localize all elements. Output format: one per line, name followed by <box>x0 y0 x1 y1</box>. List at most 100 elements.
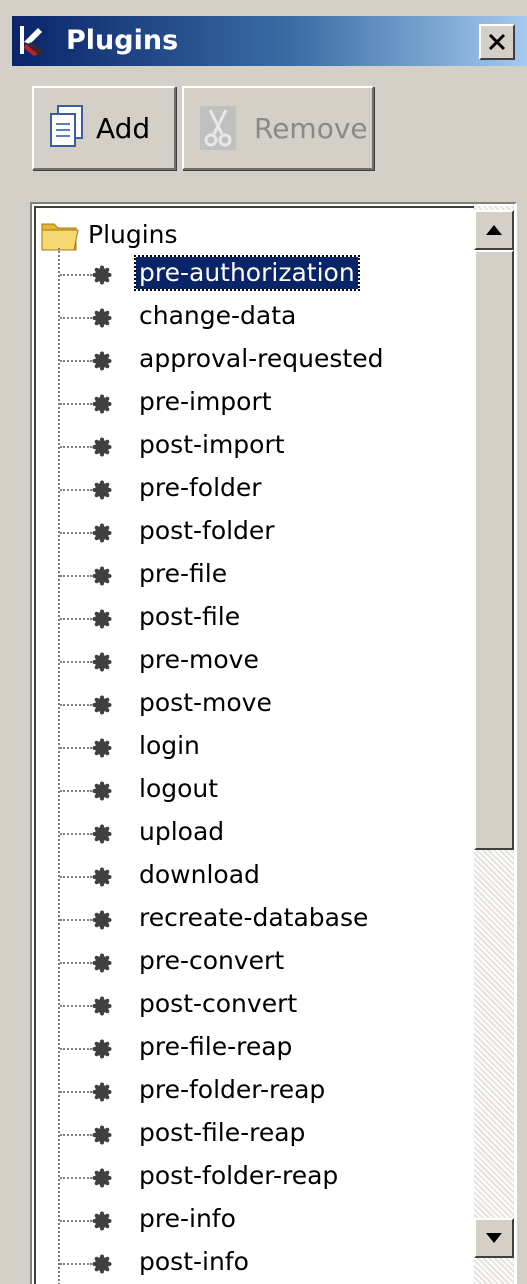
gear-bullet-icon <box>92 1125 112 1145</box>
gear-bullet-icon <box>92 695 112 715</box>
tree-connector-line <box>60 403 92 405</box>
add-button[interactable]: Add <box>32 86 176 170</box>
tree-item-label: post-folder-reap <box>139 1161 339 1190</box>
tree-item[interactable]: upload <box>36 813 436 853</box>
remove-button-label: Remove <box>254 112 368 145</box>
gear-bullet-icon <box>92 824 112 844</box>
gear-bullet-icon <box>92 437 112 457</box>
gear-bullet-icon <box>92 480 112 500</box>
tree-item-label: post-file-reap <box>139 1118 306 1147</box>
tree-item-label: pre-file-reap <box>139 1032 293 1061</box>
tree-item[interactable]: post-folder-reap <box>36 1157 436 1197</box>
gear-bullet-icon <box>92 781 112 801</box>
tree-item-label: pre-move <box>139 645 259 674</box>
tree-item[interactable]: post-move <box>36 684 436 724</box>
window-title: Plugins <box>66 25 179 56</box>
vertical-scrollbar[interactable] <box>474 206 514 1284</box>
tree-item-label: pre-info <box>139 1204 236 1233</box>
tree-connector-line <box>60 618 92 620</box>
gear-bullet-icon <box>92 1168 112 1188</box>
tree-connector-line <box>60 1091 92 1093</box>
gear-bullet-icon <box>92 1254 112 1274</box>
tree-item-label: download <box>139 860 260 889</box>
tree-item[interactable]: pre-folder <box>36 469 436 509</box>
scroll-up-button[interactable] <box>474 210 514 250</box>
plugins-tree[interactable]: Plugins pre-authorization change-data appr… <box>30 202 517 1284</box>
tree-connector-line <box>60 489 92 491</box>
tree-item[interactable]: pre-folder-reap <box>36 1071 436 1111</box>
tree-item[interactable]: pre-file-reap <box>36 1028 436 1068</box>
tree-item[interactable]: logout <box>36 770 436 810</box>
tree-item[interactable]: recreate-database <box>36 899 436 939</box>
tree-item[interactable]: pre-info <box>36 1200 436 1240</box>
plugin-wrench-icon <box>20 26 44 56</box>
tree-item[interactable]: post-import <box>36 426 436 466</box>
tree-item[interactable]: download <box>36 856 436 896</box>
tree-item-label: post-folder <box>139 516 275 545</box>
close-button[interactable] <box>479 24 515 60</box>
remove-button[interactable]: Remove <box>182 86 374 170</box>
gear-bullet-icon <box>92 566 112 586</box>
tree-item[interactable]: post-info <box>36 1243 436 1283</box>
tree-item[interactable]: pre-move <box>36 641 436 681</box>
tree-connector-line <box>60 1134 92 1136</box>
tree-item[interactable]: change-data <box>36 297 436 337</box>
gear-bullet-icon <box>92 867 112 887</box>
title-bar[interactable]: Plugins <box>12 16 527 66</box>
tree-item[interactable]: login <box>36 727 436 767</box>
add-document-icon <box>50 105 83 147</box>
scroll-down-button[interactable] <box>474 1218 514 1258</box>
tree-connector-line <box>60 747 92 749</box>
tree-connector-line <box>60 274 92 276</box>
gear-bullet-icon <box>92 652 112 672</box>
tree-item-label: post-file <box>139 602 241 631</box>
tree-connector-line <box>60 1005 92 1007</box>
tree-item-label: pre-folder <box>139 473 262 502</box>
gear-bullet-icon <box>92 351 112 371</box>
tree-connector-line <box>60 575 92 577</box>
tree-item-label: change-data <box>139 301 297 330</box>
tree-connector-line <box>60 661 92 663</box>
scrollbar-thumb[interactable] <box>474 250 514 850</box>
tree-item-label: pre-import <box>139 387 272 416</box>
tree-item[interactable]: post-folder <box>36 512 436 552</box>
tree-item[interactable]: post-file <box>36 598 436 638</box>
tree-item-label: upload <box>139 817 225 846</box>
arrow-up-icon <box>486 225 502 235</box>
tree-view: Plugins pre-authorization change-data appr… <box>34 206 474 1284</box>
tree-connector-line <box>60 962 92 964</box>
tree-item[interactable]: pre-convert <box>36 942 436 982</box>
tree-item-label: post-move <box>139 688 272 717</box>
gear-bullet-icon <box>92 910 112 930</box>
tree-item-label: logout <box>139 774 219 803</box>
plugins-window: Plugins Add Remove Plugins pre-authoriza… <box>0 0 527 1284</box>
tree-item[interactable]: post-convert <box>36 985 436 1025</box>
close-icon <box>488 33 506 51</box>
tree-connector-line <box>60 833 92 835</box>
gear-bullet-icon <box>92 308 112 328</box>
tree-root-label: Plugins <box>88 220 178 249</box>
tree-item-label: approval-requested <box>139 344 384 373</box>
tree-connector-line <box>60 1048 92 1050</box>
tree-item[interactable]: pre-file <box>36 555 436 595</box>
tree-item[interactable]: post-file-reap <box>36 1114 436 1154</box>
gear-bullet-icon <box>92 953 112 973</box>
tree-item[interactable]: pre-authorization <box>36 254 436 294</box>
tree-connector-line <box>60 360 92 362</box>
folder-icon <box>41 223 79 251</box>
tree-connector-line <box>60 876 92 878</box>
tree-item[interactable]: approval-requested <box>36 340 436 380</box>
tree-item-label: pre-file <box>139 559 228 588</box>
tree-connector-line <box>60 1263 92 1265</box>
tree-connector-line <box>60 1220 92 1222</box>
arrow-down-icon <box>486 1233 502 1243</box>
tree-connector-line <box>60 919 92 921</box>
tree-item-label: recreate-database <box>139 903 369 932</box>
tree-item-label: pre-folder-reap <box>139 1075 326 1104</box>
tree-connector-line <box>60 790 92 792</box>
tree-item[interactable]: pre-import <box>36 383 436 423</box>
gear-bullet-icon <box>92 738 112 758</box>
remove-scissors-icon <box>200 106 236 150</box>
gear-bullet-icon <box>92 996 112 1016</box>
tree-item-label: post-info <box>139 1247 249 1276</box>
